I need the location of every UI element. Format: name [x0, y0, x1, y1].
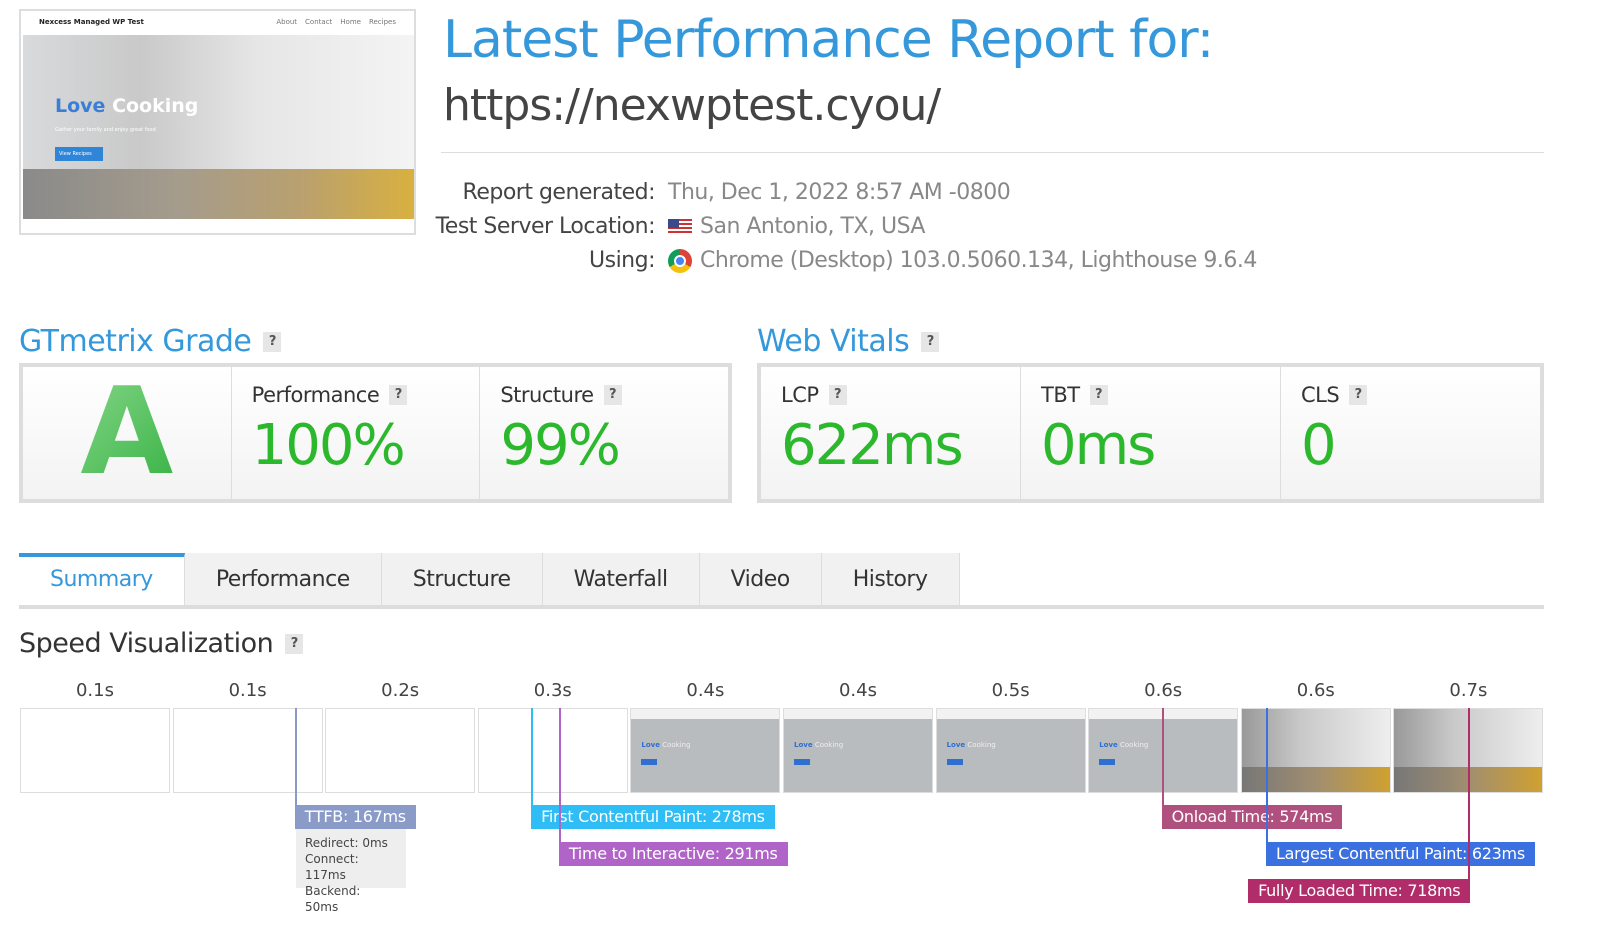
- performance-score: 100%: [251, 413, 406, 478]
- meta-value: San Antonio, TX, USA: [668, 214, 926, 239]
- help-icon[interactable]: ?: [603, 385, 622, 405]
- tbt-value: 0ms: [1041, 413, 1156, 478]
- meta-value: Chrome (Desktop) 103.0.5060.134, Lightho…: [668, 248, 1257, 273]
- marker-label: Onload Time: 574ms: [1161, 805, 1343, 829]
- marker-line: [531, 708, 534, 805]
- filmstrip-frame[interactable]: [172, 708, 323, 793]
- marker-label: TTFB: 167ms: [294, 805, 416, 829]
- frame-time: 0.1s: [228, 680, 267, 701]
- tab-performance[interactable]: Performance: [184, 553, 382, 605]
- marker-line: [558, 708, 561, 842]
- frame-time: 0.4s: [838, 680, 877, 701]
- lcp-label: LCP: [781, 383, 819, 407]
- marker-line: [1161, 708, 1164, 805]
- meta-label: Using:: [589, 248, 656, 273]
- tab-waterfall[interactable]: Waterfall: [542, 553, 700, 605]
- marker-line: [294, 708, 297, 805]
- cls-value: 0: [1301, 413, 1337, 478]
- tab-summary[interactable]: Summary: [19, 553, 185, 605]
- filmstrip-frame[interactable]: [1240, 708, 1391, 793]
- help-icon[interactable]: ?: [921, 331, 940, 352]
- cls-label: CLS: [1301, 383, 1340, 407]
- divider: [441, 152, 1544, 153]
- preview-sub: Gather your family and enjoy great food: [55, 127, 156, 133]
- filmstrip-frame[interactable]: [20, 708, 170, 793]
- tab-history[interactable]: History: [821, 553, 960, 605]
- structure-label: Structure: [500, 383, 594, 407]
- chrome-icon: [668, 248, 692, 273]
- meta-label: Test Server Location:: [435, 214, 656, 239]
- frame-time: 0.3s: [533, 680, 572, 701]
- preview-site-name: Nexcess Managed WP Test: [39, 18, 144, 26]
- help-icon[interactable]: ?: [1089, 385, 1108, 405]
- frame-time: 0.6s: [1296, 680, 1335, 701]
- vitals-heading: Web Vitals?: [757, 324, 940, 359]
- us-flag-icon: [668, 218, 692, 235]
- page-title: Latest Performance Report for:: [443, 10, 1214, 70]
- help-icon[interactable]: ?: [285, 633, 304, 654]
- frame-time: 0.4s: [686, 680, 725, 701]
- filmstrip-frame[interactable]: Love Cooking: [783, 708, 933, 793]
- frame-time: 0.6s: [1144, 680, 1183, 701]
- vitals-panel: LCP? 622ms TBT? 0ms CLS? 0: [757, 363, 1544, 503]
- frame-time: 0.2s: [381, 680, 420, 701]
- help-icon[interactable]: ?: [1349, 385, 1368, 405]
- marker-line: [1468, 708, 1471, 879]
- lcp-value: 622ms: [781, 413, 964, 478]
- speed-heading: Speed Visualization?: [19, 628, 304, 659]
- page-screenshot: Nexcess Managed WP Test About Contact Home…: [19, 9, 416, 235]
- meta-label: Report generated:: [462, 180, 656, 205]
- help-icon[interactable]: ?: [389, 385, 408, 405]
- filmstrip-frame[interactable]: [477, 708, 628, 793]
- preview-button: View Recipes: [55, 147, 103, 161]
- marker-label: First Contentful Paint: 278ms: [531, 805, 775, 829]
- filmstrip-frame[interactable]: Love Cooking: [630, 708, 781, 793]
- grade-panel: A Performance? 100% Structure? 99%: [19, 363, 732, 503]
- meta-value: Thu, Dec 1, 2022 8:57 AM -0800: [668, 180, 1011, 205]
- tab-structure[interactable]: Structure: [381, 553, 543, 605]
- grade-letter: A: [23, 367, 231, 499]
- grade-heading: GTmetrix Grade?: [19, 324, 282, 359]
- structure-score: 99%: [500, 413, 620, 478]
- performance-label: Performance: [251, 383, 380, 407]
- report-tabs: Summary Performance Structure Waterfall …: [19, 553, 1544, 609]
- tab-video[interactable]: Video: [699, 553, 822, 605]
- frame-time: 0.7s: [1449, 680, 1488, 701]
- frame-time: 0.1s: [75, 680, 114, 701]
- marker-label: Time to Interactive: 291ms: [558, 842, 788, 866]
- preview-hero: Love Cooking: [55, 95, 199, 117]
- frame-time: 0.5s: [991, 680, 1030, 701]
- preview-nav: About Contact Home Recipes: [276, 18, 396, 26]
- marker-label: Fully Loaded Time: 718ms: [1248, 879, 1471, 903]
- marker-label: Largest Contentful Paint: 623ms: [1265, 842, 1535, 866]
- tbt-label: TBT: [1041, 383, 1080, 407]
- report-url[interactable]: https://nexwptest.cyou/: [443, 80, 941, 131]
- help-icon[interactable]: ?: [828, 385, 847, 405]
- ttfb-details: Redirect: 0ms Connect: 117ms Backend: 50ms: [296, 829, 406, 914]
- marker-line: [1265, 708, 1268, 842]
- filmstrip-frame[interactable]: [325, 708, 476, 793]
- help-icon[interactable]: ?: [263, 331, 282, 352]
- filmstrip-frame[interactable]: Love Cooking: [935, 708, 1086, 793]
